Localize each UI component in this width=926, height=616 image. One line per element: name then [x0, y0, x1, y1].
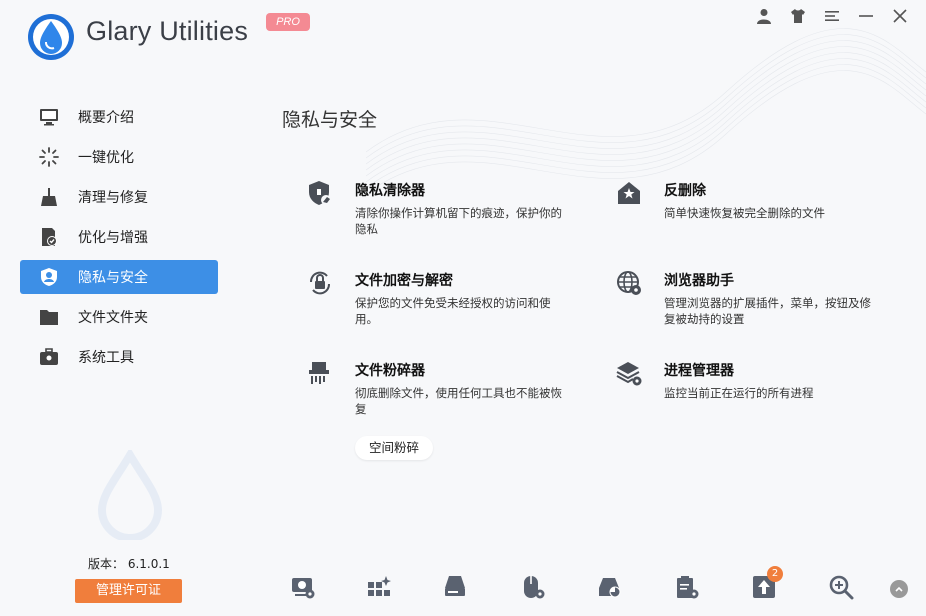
sidebar-item-privacy-security[interactable]: 隐私与安全: [20, 260, 218, 294]
sidebar-item-one-click[interactable]: 一键优化: [20, 140, 218, 174]
sidebar-item-label: 隐私与安全: [78, 270, 148, 286]
pro-badge: PRO: [266, 13, 310, 31]
sidebar-item-label: 概要介绍: [78, 110, 134, 126]
sidebar-item-files-folders[interactable]: 文件文件夹: [20, 300, 218, 334]
feature-description: 彻底删除文件，使用任何工具也不能被恢复: [355, 386, 562, 416]
tshirt-icon: [791, 9, 805, 23]
feature-title: 文件加密与解密: [355, 273, 453, 289]
sidebar-item-clean-repair[interactable]: 清理与修复: [20, 180, 218, 214]
feature-description: 简单快速恢复被完全删除的文件: [664, 206, 825, 220]
close-icon: [893, 9, 907, 23]
toolbar-apps-button[interactable]: [364, 572, 394, 602]
minimize-icon: [859, 15, 873, 17]
toolbar-disk-analysis-button[interactable]: [595, 572, 625, 602]
feature-title: 反删除: [664, 183, 706, 199]
monitor-icon: [38, 106, 60, 128]
clipboard-gear-icon: [677, 576, 699, 599]
toolbox-icon: [38, 346, 60, 368]
disk-repair-icon: [445, 576, 465, 596]
menu-button[interactable]: [822, 6, 842, 26]
lock-sync-icon: [309, 271, 331, 295]
app-title: Glary Utilities: [86, 16, 249, 46]
feature-title: 进程管理器: [664, 363, 734, 379]
feature-description: 监控当前正在运行的所有进程: [664, 386, 814, 400]
house-restore-icon: [618, 182, 640, 204]
minimize-button[interactable]: [856, 6, 876, 26]
app-window: Glary Utilities PRO 概要介绍 一键优化 清理与修复 优化与增…: [0, 0, 926, 616]
glary-logo-icon: [28, 14, 74, 60]
toolbar-search-button[interactable]: [826, 572, 856, 602]
disk-analysis-icon: [599, 578, 621, 598]
skin-button[interactable]: [788, 6, 808, 26]
sidebar-item-label: 文件文件夹: [78, 310, 148, 326]
scroll-up-button[interactable]: [890, 580, 908, 598]
folder-icon: [38, 306, 60, 328]
feature-description: 保护您的文件免受未经授权的访问和使用。: [355, 296, 551, 326]
toolbar-clipboard-tools-button[interactable]: [672, 572, 702, 602]
bottom-toolbar: 2: [286, 566, 906, 604]
toolbar-upgrade-button[interactable]: 2: [749, 566, 783, 602]
disk-cleanup-icon: [292, 578, 315, 599]
sparkle-icon: [38, 146, 60, 168]
version-label: 版本： 6.1.0.1: [88, 557, 170, 571]
feature-description: 管理浏览器的扩展插件，菜单，按钮及修复被劫持的设置: [664, 296, 871, 326]
shield-eraser-icon: [309, 181, 331, 205]
feature-description: 清除你操作计算机留下的痕迹，保护你的隐私: [355, 206, 562, 236]
menu-icon: [825, 11, 839, 21]
shredder-icon: [309, 362, 329, 384]
upgrade-count-badge: 2: [767, 566, 783, 582]
feature-title: 浏览器助手: [664, 273, 734, 289]
document-check-icon: [38, 226, 60, 248]
sidebar-item-label: 一键优化: [78, 150, 134, 166]
feature-title: 文件粉碎器: [355, 363, 425, 379]
space-shred-button[interactable]: 空间粉碎: [355, 436, 433, 460]
sidebar-item-overview[interactable]: 概要介绍: [20, 100, 218, 134]
user-icon: [757, 9, 771, 24]
broom-icon: [38, 186, 60, 208]
sidebar-item-label: 优化与增强: [78, 230, 148, 246]
chevron-up-icon: [895, 586, 903, 592]
apps-sparkle-icon: [368, 576, 391, 596]
toolbar-disk-cleanup-button[interactable]: [288, 572, 318, 602]
mouse-gear-icon: [524, 576, 545, 599]
globe-gear-icon: [617, 271, 641, 295]
sidebar-item-system-tools[interactable]: 系统工具: [20, 340, 218, 374]
close-button[interactable]: [890, 6, 910, 26]
sidebar-item-label: 系统工具: [78, 350, 134, 366]
toolbar-mouse-settings-button[interactable]: [518, 572, 548, 602]
watermark-drop-decoration: [97, 450, 163, 540]
page-title: 隐私与安全: [282, 109, 378, 131]
toolbar-disk-repair-button[interactable]: [441, 572, 471, 602]
manage-license-button[interactable]: 管理许可证: [75, 579, 182, 603]
sidebar-item-label: 清理与修复: [78, 190, 148, 206]
feature-title: 隐私清除器: [355, 183, 425, 199]
search-zoom-icon: [829, 575, 854, 600]
title-bar: Glary Utilities PRO: [0, 0, 926, 75]
window-controls: [754, 6, 910, 26]
sidebar-item-optimize[interactable]: 优化与增强: [20, 220, 218, 254]
layers-gear-icon: [616, 362, 642, 386]
user-shield-icon: [38, 266, 60, 288]
account-button[interactable]: [754, 6, 774, 26]
sidebar-nav: 概要介绍 一键优化 清理与修复 优化与增强 隐私与安全 文件文件夹 系统工具: [20, 100, 218, 380]
